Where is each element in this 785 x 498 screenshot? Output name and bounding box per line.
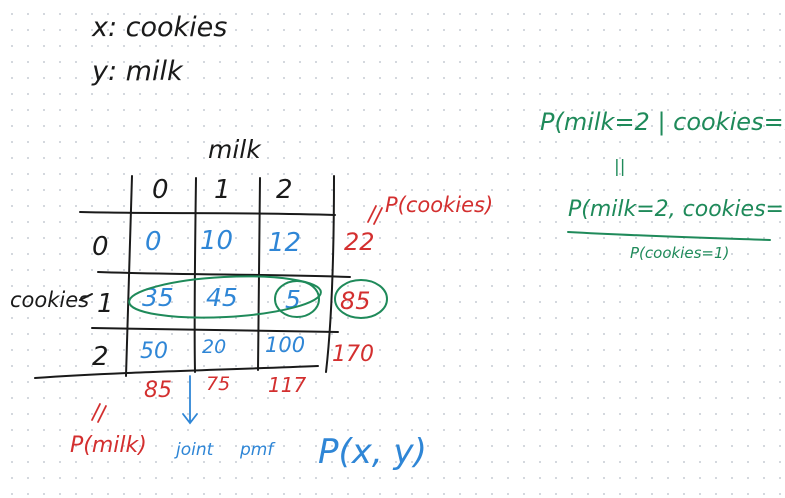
cell-2-0: 50	[140, 339, 168, 364]
row-total-1: 85	[340, 287, 371, 315]
conditional-probability: P(milk=2 | cookies=1)	[540, 108, 785, 136]
row-marginal-equals-mark	[367, 205, 383, 225]
cell-2-2: 100	[265, 333, 305, 357]
fraction-denominator: P(cookies=1)	[630, 244, 729, 262]
column-header-2: 2	[276, 175, 293, 205]
row-header-2: 2	[92, 342, 109, 372]
whiteboard-drawing: x: cookies y: milk milk cookies 0 1 2 0 …	[10, 12, 785, 472]
row-total-2: 170	[332, 342, 374, 367]
row-header-1: 1	[97, 289, 114, 319]
cell-0-1: 10	[200, 226, 233, 256]
grid-line-col-3	[257, 177, 261, 371]
table-column-title: milk	[208, 135, 262, 164]
cell-0-0: 0	[145, 227, 162, 257]
column-total-1: 75	[206, 373, 230, 395]
column-marginal-label: P(milk)	[70, 433, 147, 458]
column-marginal-equals-mark	[91, 403, 107, 423]
cell-2-1: 20	[202, 336, 226, 358]
cell-0-2: 12	[268, 228, 301, 258]
row-marginal-label: P(cookies)	[385, 193, 493, 217]
fraction-bar	[567, 231, 771, 241]
cell-1-0: 35	[142, 283, 174, 312]
row-header-0: 0	[92, 232, 109, 262]
cell-1-1: 45	[206, 283, 238, 312]
fraction-numerator: P(milk=2, cookies=1)	[568, 197, 785, 222]
row-total-0: 22	[344, 228, 375, 256]
column-total-2: 117	[268, 373, 306, 397]
pmf-word: pmf	[239, 440, 276, 460]
grid-line-col-1	[125, 175, 133, 377]
joint-word: joint	[174, 440, 215, 460]
grid-line-header	[79, 211, 336, 216]
grid-line-col-2	[193, 177, 197, 373]
grid-line-row-2	[91, 327, 339, 333]
joint-arrow	[182, 375, 198, 425]
table-row-title: cookies	[10, 288, 89, 312]
column-header-1: 1	[214, 175, 231, 205]
equals-sign: ||	[614, 157, 625, 177]
x-definition: x: cookies	[91, 12, 227, 43]
column-total-0: 85	[144, 378, 172, 403]
whiteboard-canvas: x: cookies y: milk milk cookies 0 1 2 0 …	[0, 0, 785, 498]
column-header-0: 0	[152, 175, 169, 205]
y-definition: y: milk	[91, 56, 184, 87]
joint-pmf-formula: P(x, y)	[318, 432, 427, 472]
